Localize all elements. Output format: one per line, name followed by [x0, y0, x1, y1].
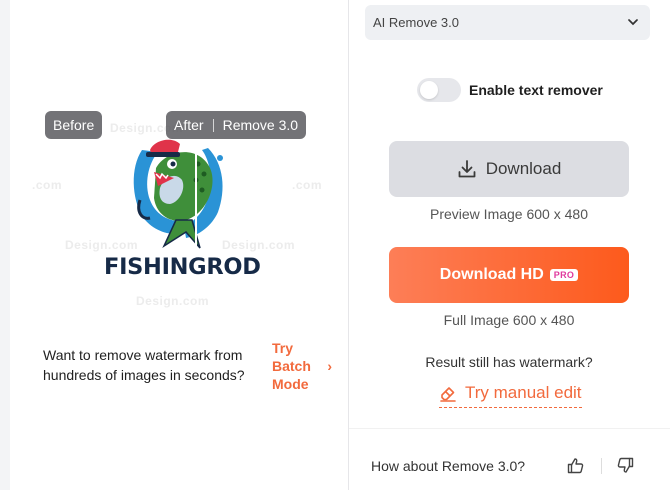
- before-label: Before: [45, 111, 103, 139]
- logo-wordmark: FISHINGROD: [104, 254, 261, 280]
- watermark-text: .com: [32, 178, 63, 192]
- eraser-icon: [440, 387, 456, 402]
- after-label: After Remove 3.0: [166, 111, 307, 139]
- text-remover-toggle[interactable]: [417, 78, 461, 102]
- download-hd-label: Download HD: [439, 266, 544, 283]
- section-divider: [349, 428, 670, 429]
- download-button-label: Download: [485, 159, 562, 178]
- watermark-text: Design.com: [222, 238, 296, 252]
- compare-divider-line[interactable]: [195, 132, 197, 250]
- batch-promo-text: Want to remove watermark from hundreds o…: [43, 347, 245, 383]
- fish-logo-image: [133, 139, 223, 249]
- image-preview-panel: Design.com .com .com Design.com Design.c…: [10, 0, 348, 490]
- watermark-text: Design.com: [136, 294, 210, 308]
- chevron-down-icon: [628, 19, 638, 26]
- text-remover-row: Enable text remover: [417, 78, 603, 102]
- label-separator: [212, 118, 214, 132]
- thumbs-up-icon[interactable]: [567, 457, 584, 474]
- full-size-caption: Full Image 600 x 480: [443, 312, 575, 328]
- manual-edit-label: Try manual edit: [465, 383, 582, 402]
- feedback-question: How about Remove 3.0?: [371, 458, 526, 474]
- model-select[interactable]: AI Remove 3.0: [365, 5, 650, 40]
- watermark-text: .com: [292, 178, 323, 192]
- text-remover-label: Enable text remover: [469, 82, 603, 98]
- thumbs-down-icon[interactable]: [617, 457, 634, 474]
- download-panel: AI Remove 3.0 Enable text remover Downlo…: [349, 0, 670, 490]
- batch-link-label: Try Batch Mode: [272, 340, 311, 392]
- model-label-text: Remove 3.0: [222, 117, 299, 133]
- chevron-right-icon: ›: [327, 358, 332, 374]
- before-label-text: Before: [53, 117, 95, 133]
- toggle-knob: [420, 81, 438, 99]
- try-manual-edit-link[interactable]: Try manual edit: [439, 383, 582, 408]
- preview-size-caption: Preview Image 600 x 480: [430, 206, 588, 222]
- pro-badge: PRO: [549, 269, 579, 281]
- download-icon: [458, 160, 476, 178]
- model-select-value: AI Remove 3.0: [373, 15, 459, 30]
- download-hd-button[interactable]: Download HD PRO: [389, 247, 629, 303]
- try-batch-mode-link[interactable]: Try Batch Mode ›: [272, 339, 332, 393]
- watermark-question: Result still has watermark?: [425, 354, 593, 370]
- after-label-text: After: [174, 117, 204, 133]
- feedback-separator: [601, 458, 602, 474]
- download-button[interactable]: Download: [389, 141, 629, 197]
